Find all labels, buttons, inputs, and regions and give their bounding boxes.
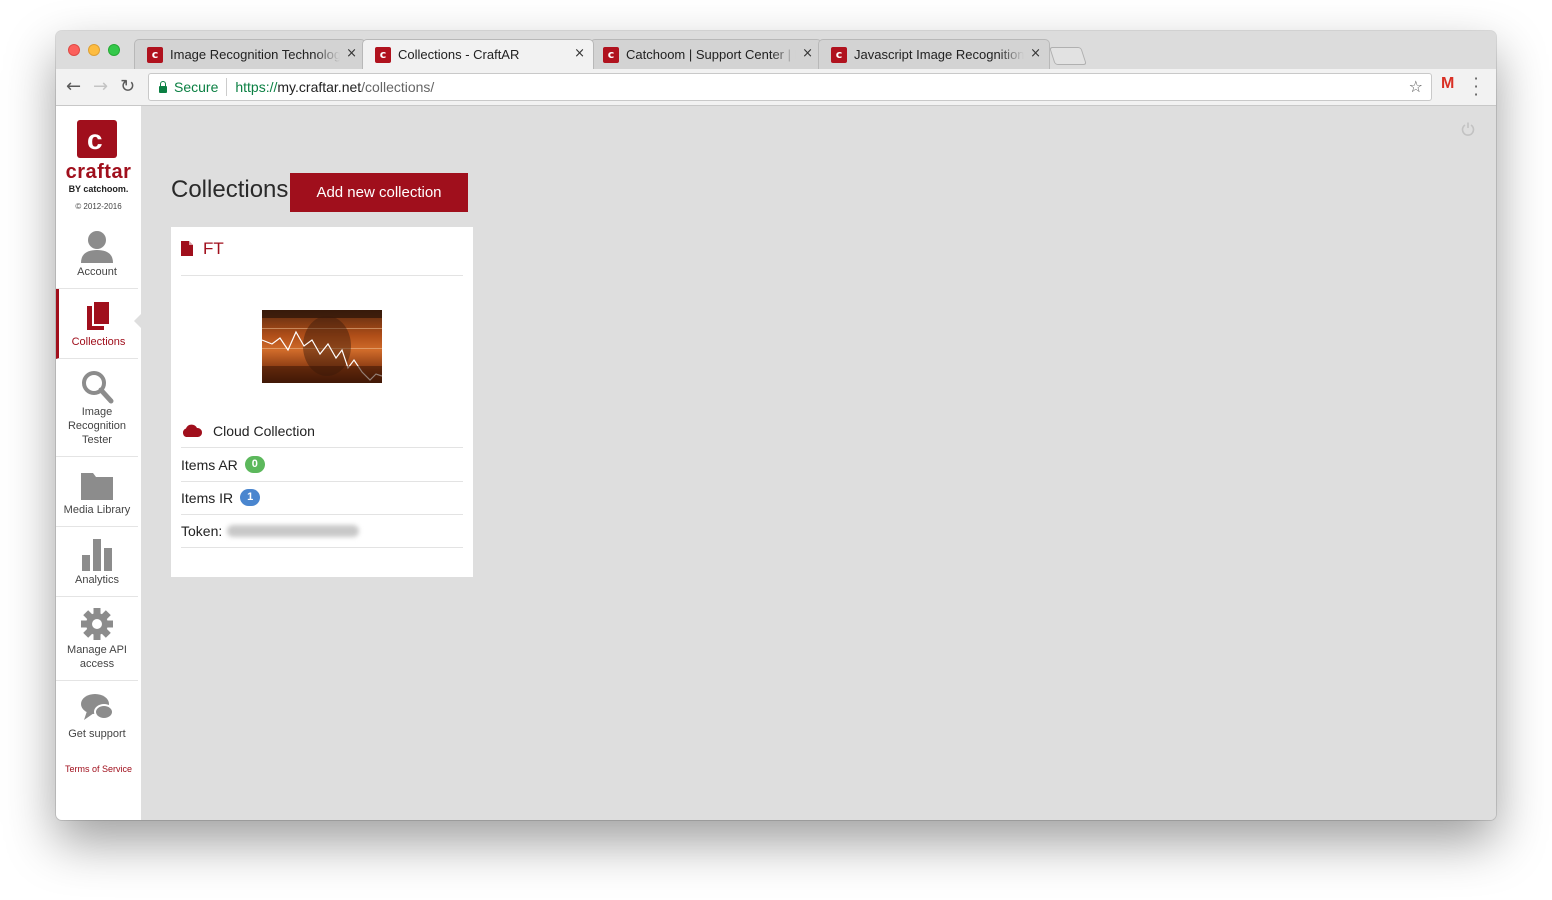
copyright: © 2012-2016 <box>75 202 122 211</box>
items-ar-row: Items AR 0 <box>181 448 463 482</box>
items-ar-count-badge: 0 <box>244 456 265 473</box>
add-new-collection-button[interactable]: Add new collection <box>290 173 468 212</box>
tab-close-icon[interactable]: × <box>802 46 813 61</box>
browser-window: c Image Recognition Technology × c Colle… <box>56 31 1496 820</box>
sidebar-item-media-library[interactable]: Media Library <box>56 457 138 527</box>
items-ir-row: Items IR 1 <box>181 481 463 515</box>
token-value-redacted[interactable] <box>227 524 360 537</box>
collection-thumbnail[interactable] <box>262 310 382 383</box>
browser-tab[interactable]: c Image Recognition Technology × <box>134 39 366 69</box>
forward-arrow-icon[interactable]: → <box>93 76 108 97</box>
tab-title: Collections - CraftAR <box>398 47 520 62</box>
url-path: /collections/ <box>361 79 435 95</box>
sidebar: c craftar BY catchoom. © 2012-2016 Accou… <box>56 106 141 820</box>
collection-card-header: FT <box>181 237 463 276</box>
collections-icon <box>86 300 111 330</box>
url-protocol: https:// <box>235 79 278 95</box>
bar-chart-icon <box>82 539 112 571</box>
logo-byline: BY catchoom. <box>68 184 129 194</box>
browser-menu-icon[interactable]: · · · <box>1473 71 1479 103</box>
tab-close-icon[interactable]: × <box>574 46 585 61</box>
sidebar-item-account[interactable]: Account <box>56 219 138 289</box>
sidebar-item-collections[interactable]: Collections <box>56 289 138 359</box>
reload-icon[interactable]: ↻ <box>120 76 135 97</box>
gmail-extension-icon[interactable]: M <box>1441 76 1457 92</box>
document-icon <box>181 241 193 256</box>
url-host: my.craftar.net <box>277 79 362 95</box>
collection-type-row: Cloud Collection <box>181 414 463 448</box>
sidebar-item-label: Account <box>77 266 117 278</box>
address-bar[interactable]: Secure https:// my.craftar.net /collecti… <box>148 73 1432 101</box>
tab-strip: c Image Recognition Technology × c Colle… <box>56 31 1496 69</box>
thumbnail-image <box>262 310 382 383</box>
sidebar-item-image-recognition-tester[interactable]: Image Recognition Tester <box>56 359 138 457</box>
bookmark-star-icon[interactable]: ☆ <box>1409 77 1423 96</box>
lock-icon <box>159 81 167 93</box>
craftar-favicon-icon: c <box>375 46 391 63</box>
terms-of-service-link[interactable]: Terms of Service <box>56 764 141 774</box>
logo-letter: c <box>87 124 103 155</box>
items-ar-label: Items AR <box>181 456 238 473</box>
logo-wordmark: craftar <box>65 161 132 183</box>
sidebar-item-label: Manage API access <box>67 644 127 670</box>
sidebar-item-manage-api-access[interactable]: Manage API access <box>56 597 138 681</box>
main-content: Collections Add new collection FT Cloud … <box>134 106 1496 820</box>
token-label: Token: <box>181 522 223 539</box>
sidebar-item-get-support[interactable]: Get support <box>56 681 138 751</box>
page-title: Collections <box>171 176 289 203</box>
browser-tab-active[interactable]: c Collections - CraftAR × <box>362 39 594 69</box>
items-ir-count-badge: 1 <box>240 489 261 506</box>
browser-tab[interactable]: c Javascript Image Recognition | × <box>818 39 1050 69</box>
cloud-icon <box>182 424 203 437</box>
sidebar-item-label: Analytics <box>74 574 120 586</box>
sidebar-item-label: Collections <box>71 336 126 348</box>
tab-title: Image Recognition Technology <box>170 47 340 62</box>
craftar-logo[interactable]: c <box>77 120 117 158</box>
sidebar-item-analytics[interactable]: Analytics <box>56 527 138 597</box>
tab-close-icon[interactable]: × <box>1030 46 1041 61</box>
active-nav-pointer <box>134 312 143 330</box>
power-icon[interactable] <box>1461 122 1475 136</box>
user-icon <box>81 231 113 263</box>
back-arrow-icon[interactable]: ← <box>66 76 81 97</box>
divider <box>226 78 228 96</box>
collection-name[interactable]: FT <box>203 239 224 259</box>
secure-label: Secure <box>174 79 219 95</box>
craftar-favicon-icon: c <box>831 46 847 63</box>
craftar-favicon-icon: c <box>603 46 619 63</box>
minimize-window-button[interactable] <box>88 44 100 56</box>
zoom-window-button[interactable] <box>108 44 120 56</box>
sidebar-item-label: Get support <box>68 728 126 740</box>
new-tab-button[interactable] <box>1049 47 1087 65</box>
craftar-favicon-icon: c <box>147 46 163 63</box>
tab-title: Catchoom | Support Center | P <box>626 47 796 62</box>
tab-title: Javascript Image Recognition | <box>854 47 1024 62</box>
sidebar-item-label: Media Library <box>63 504 131 516</box>
search-icon <box>82 371 114 404</box>
sidebar-item-label: Image Recognition Tester <box>67 406 127 446</box>
chat-bubble-icon <box>81 694 114 720</box>
close-window-button[interactable] <box>68 44 80 56</box>
collection-card[interactable]: FT Cloud Collection Items AR 0 Items IR … <box>171 227 473 577</box>
browser-tab[interactable]: c Catchoom | Support Center | P × <box>590 39 822 69</box>
items-ir-label: Items IR <box>181 489 234 506</box>
collection-type-label: Cloud Collection <box>213 422 315 439</box>
browser-toolbar: ← → ↻ Secure https:// my.craftar.net /co… <box>56 69 1496 106</box>
folder-icon <box>81 473 113 500</box>
tab-close-icon[interactable]: × <box>346 46 357 61</box>
gear-icon <box>81 608 113 640</box>
token-row: Token: <box>181 514 463 548</box>
